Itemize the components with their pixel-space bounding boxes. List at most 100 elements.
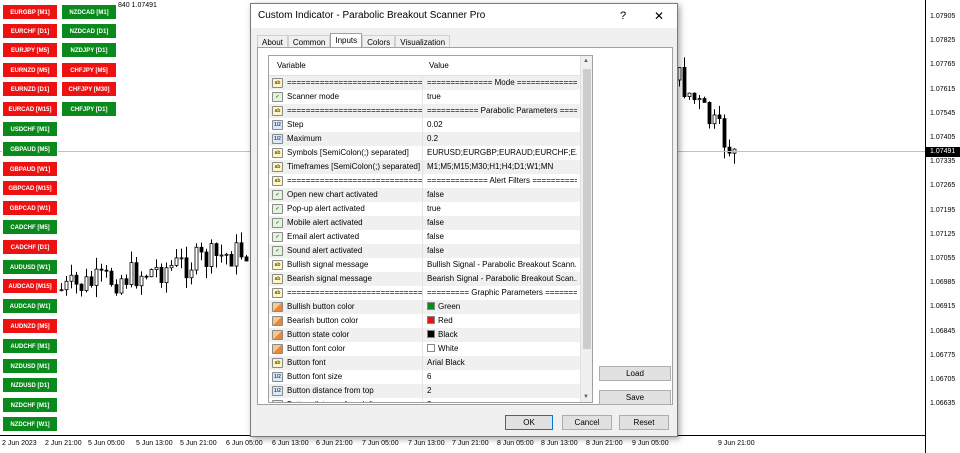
input-row[interactable]: ✓ Scanner mode true xyxy=(269,90,592,104)
input-row[interactable]: ab Button font Arial Black xyxy=(269,356,592,370)
input-row[interactable]: ab ================================ ======… xyxy=(269,104,592,118)
scanner-button[interactable]: CHFJPY [M30] xyxy=(61,81,117,97)
input-row[interactable]: ab ================================ ======… xyxy=(269,76,592,90)
input-value[interactable]: false xyxy=(427,190,577,199)
dialog-titlebar[interactable]: Custom Indicator - Parabolic Breakout Sc… xyxy=(251,4,677,28)
input-variable: Button distance from top xyxy=(287,386,374,395)
scanner-button[interactable]: USDCHF [M1] xyxy=(2,121,58,137)
price-tick-label: 1.07615 xyxy=(930,85,956,93)
column-header-variable[interactable]: Variable xyxy=(277,61,306,70)
input-row[interactable]: 1/2 Step 0.02 xyxy=(269,118,592,132)
scanner-button[interactable]: CADCHF [M5] xyxy=(2,219,58,235)
scanner-button[interactable]: AUDCAD [M15] xyxy=(2,278,58,294)
input-value[interactable]: 6 xyxy=(427,372,577,381)
ok-button[interactable]: OK xyxy=(505,415,553,430)
scanner-button[interactable]: EURCAD [M15] xyxy=(2,101,58,117)
input-row[interactable]: ✓ Open new chart activated false xyxy=(269,188,592,202)
scanner-button[interactable]: EURGBP [M1] xyxy=(2,4,58,20)
input-value[interactable]: 0.02 xyxy=(427,120,577,129)
input-row[interactable]: 1/2 Button font size 6 xyxy=(269,370,592,384)
scroll-thumb[interactable] xyxy=(583,69,591,349)
scanner-button[interactable]: NZDCAD [D1] xyxy=(61,23,117,39)
scanner-button[interactable]: CADCHF [D1] xyxy=(2,239,58,255)
scanner-button[interactable]: NZDUSD [M1] xyxy=(2,358,58,374)
scanner-button[interactable]: GBPCAD [W1] xyxy=(2,200,58,216)
grid-scrollbar[interactable]: ▲ ▼ xyxy=(580,56,592,402)
scroll-up-icon[interactable]: ▲ xyxy=(583,58,589,64)
input-value[interactable]: 0.2 xyxy=(427,134,577,143)
scanner-button[interactable]: GBPAUD [M5] xyxy=(2,141,58,157)
reset-button[interactable]: Reset xyxy=(619,415,669,430)
input-value[interactable]: false xyxy=(427,218,577,227)
scanner-button[interactable]: EURNZD [M5] xyxy=(2,62,58,78)
input-value[interactable]: false xyxy=(427,232,577,241)
input-value[interactable]: Arial Black xyxy=(427,358,577,367)
input-row[interactable]: ✓ Sound alert activated false xyxy=(269,244,592,258)
cancel-button[interactable]: Cancel xyxy=(562,415,612,430)
scanner-button[interactable]: NZDJPY [D1] xyxy=(61,42,117,58)
scanner-button[interactable]: EURJPY [M5] xyxy=(2,42,58,58)
input-value[interactable]: =========== Parabolic Parameters ===== xyxy=(427,106,577,115)
save-button[interactable]: Save xyxy=(599,390,671,405)
scanner-button[interactable]: EURCHF [D1] xyxy=(2,23,58,39)
input-row[interactable]: ab Symbols [SemiColon(;) separated] EURUSD… xyxy=(269,146,592,160)
input-value[interactable]: Red xyxy=(427,316,577,325)
input-row[interactable]: 1/2 Button distance from top 2 xyxy=(269,384,592,398)
scanner-button[interactable]: GBPAUD [W1] xyxy=(2,161,58,177)
input-value[interactable]: White xyxy=(427,344,577,353)
input-row[interactable]: Bullish button color Green xyxy=(269,300,592,314)
input-value[interactable]: true xyxy=(427,204,577,213)
grid-header: Variable Value xyxy=(269,56,592,76)
scanner-button[interactable]: NZDCHF [W1] xyxy=(2,416,58,432)
input-value[interactable]: Bullish Signal - Parabolic Breakout Scan… xyxy=(427,260,577,269)
input-row[interactable]: 1/2 Maximum 0.2 xyxy=(269,132,592,146)
scanner-button[interactable]: NZDCAD [M1] xyxy=(61,4,117,20)
scanner-button[interactable]: EURNZD [D1] xyxy=(2,81,58,97)
scanner-button[interactable]: AUDCAD [W1] xyxy=(2,298,58,314)
input-value[interactable]: false xyxy=(427,246,577,255)
scanner-button[interactable]: AUDNZD [M5] xyxy=(2,318,58,334)
scanner-button[interactable]: AUDUSD [W1] xyxy=(2,259,58,275)
input-row[interactable]: ab Bearish signal message Bearish Signal … xyxy=(269,272,592,286)
input-row[interactable]: Button font color White xyxy=(269,342,592,356)
input-value[interactable]: 3 xyxy=(427,400,577,402)
scanner-button[interactable]: NZDUSD [D1] xyxy=(2,377,58,393)
input-value[interactable]: Green xyxy=(427,302,577,311)
scroll-down-icon[interactable]: ▼ xyxy=(583,394,589,400)
input-row[interactable]: ab ================================ ======… xyxy=(269,174,592,188)
input-row[interactable]: ✓ Mobile alert activated false xyxy=(269,216,592,230)
grid-rows: ab ================================ ======… xyxy=(269,76,592,402)
input-row[interactable]: 1/2 Button distance from left 3 xyxy=(269,398,592,402)
input-row[interactable]: Bearish button color Red xyxy=(269,314,592,328)
price-tick-label: 1.06845 xyxy=(930,327,956,335)
input-value[interactable]: ============= Alert Filters ============ xyxy=(427,176,577,185)
help-button[interactable]: ? xyxy=(613,6,633,26)
input-value[interactable]: 2 xyxy=(427,386,577,395)
time-tick-label: 9 Jun 05:00 xyxy=(632,440,669,447)
input-row[interactable]: ✓ Email alert activated false xyxy=(269,230,592,244)
input-value[interactable]: M1;M5;M15;M30;H1;H4;D1;W1;MN xyxy=(427,162,577,171)
close-button[interactable]: ✕ xyxy=(649,6,669,26)
input-value[interactable]: Bearish Signal - Parabolic Breakout Scan… xyxy=(427,274,577,283)
scanner-button[interactable]: CHFJPY [M5] xyxy=(61,62,117,78)
column-header-value[interactable]: Value xyxy=(429,61,449,70)
input-value[interactable]: true xyxy=(427,92,577,101)
scanner-button[interactable]: AUDCHF [M1] xyxy=(2,338,58,354)
time-tick-label: 8 Jun 05:00 xyxy=(497,440,534,447)
input-row[interactable]: Button state color Black xyxy=(269,328,592,342)
color-name: Green xyxy=(438,302,461,311)
candle-body xyxy=(214,243,219,257)
scanner-button[interactable]: CHFJPY [D1] xyxy=(61,101,117,117)
input-row[interactable]: ab Timeframes [SemiColon(;) separated] M1;… xyxy=(269,160,592,174)
input-row[interactable]: ab Bullish signal message Bullish Signal … xyxy=(269,258,592,272)
input-value[interactable]: EURUSD;EURGBP;EURAUD;EURCHF;E... xyxy=(427,148,577,157)
boolean-type-icon: ✓ xyxy=(272,92,283,102)
input-value[interactable]: ========= Graphic Parameters ======== xyxy=(427,288,577,297)
input-value[interactable]: ============== Mode ============== xyxy=(427,78,577,87)
input-row[interactable]: ✓ Pop-up alert activated true xyxy=(269,202,592,216)
input-row[interactable]: ab ================================ ======… xyxy=(269,286,592,300)
scanner-button[interactable]: NZDCHF [M1] xyxy=(2,397,58,413)
input-value[interactable]: Black xyxy=(427,330,577,339)
load-button[interactable]: Load xyxy=(599,366,671,381)
scanner-button[interactable]: GBPCAD [M15] xyxy=(2,180,58,196)
